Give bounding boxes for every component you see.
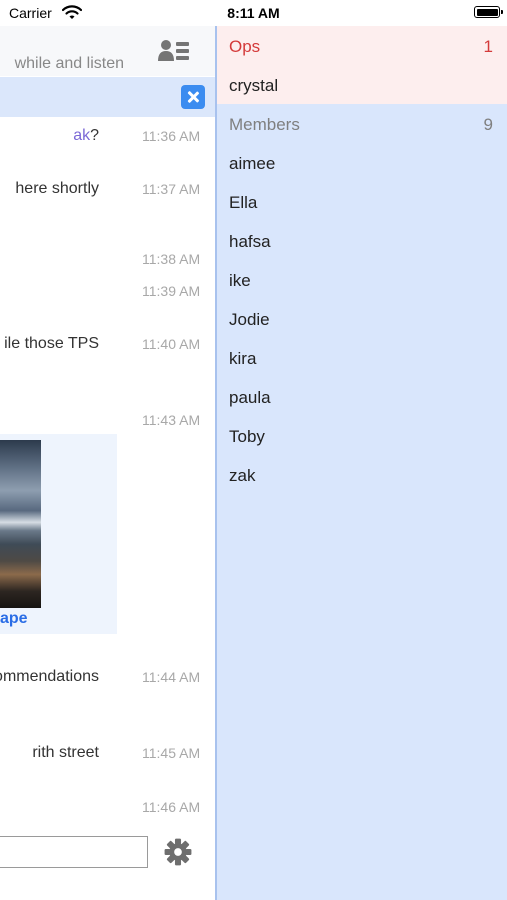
message-time: 11:37 AM: [142, 181, 201, 197]
member-item-aimee[interactable]: aimee: [217, 143, 507, 182]
member-name: hafsa: [229, 232, 271, 251]
message-text: here shortly: [15, 180, 99, 197]
members-list-icon[interactable]: [157, 38, 191, 66]
message-time: 11:39 AM: [142, 283, 201, 299]
member-name: ike: [229, 271, 251, 290]
gear-icon[interactable]: [164, 838, 192, 866]
message-time: 11:40 AM: [142, 336, 201, 352]
members-count: 9: [483, 115, 493, 134]
status-bar: Carrier 8:11 AM: [0, 0, 507, 26]
member-name: Jodie: [229, 310, 270, 329]
ops-header: Ops 1: [217, 26, 507, 65]
close-icon[interactable]: [181, 85, 205, 109]
message-time: 11:43 AM: [142, 412, 201, 428]
message-text: ile those TPS: [4, 335, 99, 352]
member-name: paula: [229, 388, 271, 407]
search-bar[interactable]: [0, 77, 215, 117]
member-item-paula[interactable]: paula: [217, 377, 507, 416]
status-time: 8:11 AM: [227, 5, 280, 21]
member-name: crystal: [229, 76, 279, 95]
message-time: 11:44 AM: [142, 669, 201, 685]
embed-link[interactable]: ape: [0, 610, 28, 628]
members-header: Members 9: [217, 104, 507, 143]
message-text: ak?: [73, 127, 99, 144]
image-embed[interactable]: ape: [0, 434, 117, 634]
message-time: 11:38 AM: [142, 251, 201, 267]
ops-count: 1: [483, 37, 493, 56]
embed-image[interactable]: [0, 440, 41, 608]
member-name: Ella: [229, 193, 258, 212]
members-label: Members: [229, 115, 300, 134]
channel-topic: while and listen: [14, 55, 124, 72]
member-item-ike[interactable]: ike: [217, 260, 507, 299]
channel-topic-bar: while and listen: [0, 26, 215, 76]
message-time: 11:45 AM: [142, 745, 201, 761]
nick-mention[interactable]: ak: [73, 127, 90, 144]
member-name: aimee: [229, 154, 276, 173]
member-item-hafsa[interactable]: hafsa: [217, 221, 507, 260]
member-item-zak[interactable]: zak: [217, 455, 507, 494]
message-text: rith street: [32, 744, 99, 761]
member-item-crystal[interactable]: crystal: [217, 65, 507, 104]
message-input[interactable]: [0, 836, 148, 868]
message-time: 11:46 AM: [142, 799, 201, 815]
member-list-pane: Ops 1 crystal Members 9 aimee Ella hafsa…: [215, 26, 507, 900]
member-name: kira: [229, 349, 257, 368]
message-text: ommendations: [0, 668, 99, 685]
member-item-kira[interactable]: kira: [217, 338, 507, 377]
battery-icon: [474, 6, 503, 18]
member-name: Toby: [229, 427, 265, 446]
ops-group: Ops 1 crystal: [217, 26, 507, 104]
ops-label: Ops: [229, 37, 261, 56]
chat-pane: while and listen ak? 11:36 AM here short…: [0, 26, 215, 900]
member-item-ella[interactable]: Ella: [217, 182, 507, 221]
member-item-jodie[interactable]: Jodie: [217, 299, 507, 338]
member-item-toby[interactable]: Toby: [217, 416, 507, 455]
message-time: 11:36 AM: [142, 128, 201, 144]
member-name: zak: [229, 466, 256, 485]
